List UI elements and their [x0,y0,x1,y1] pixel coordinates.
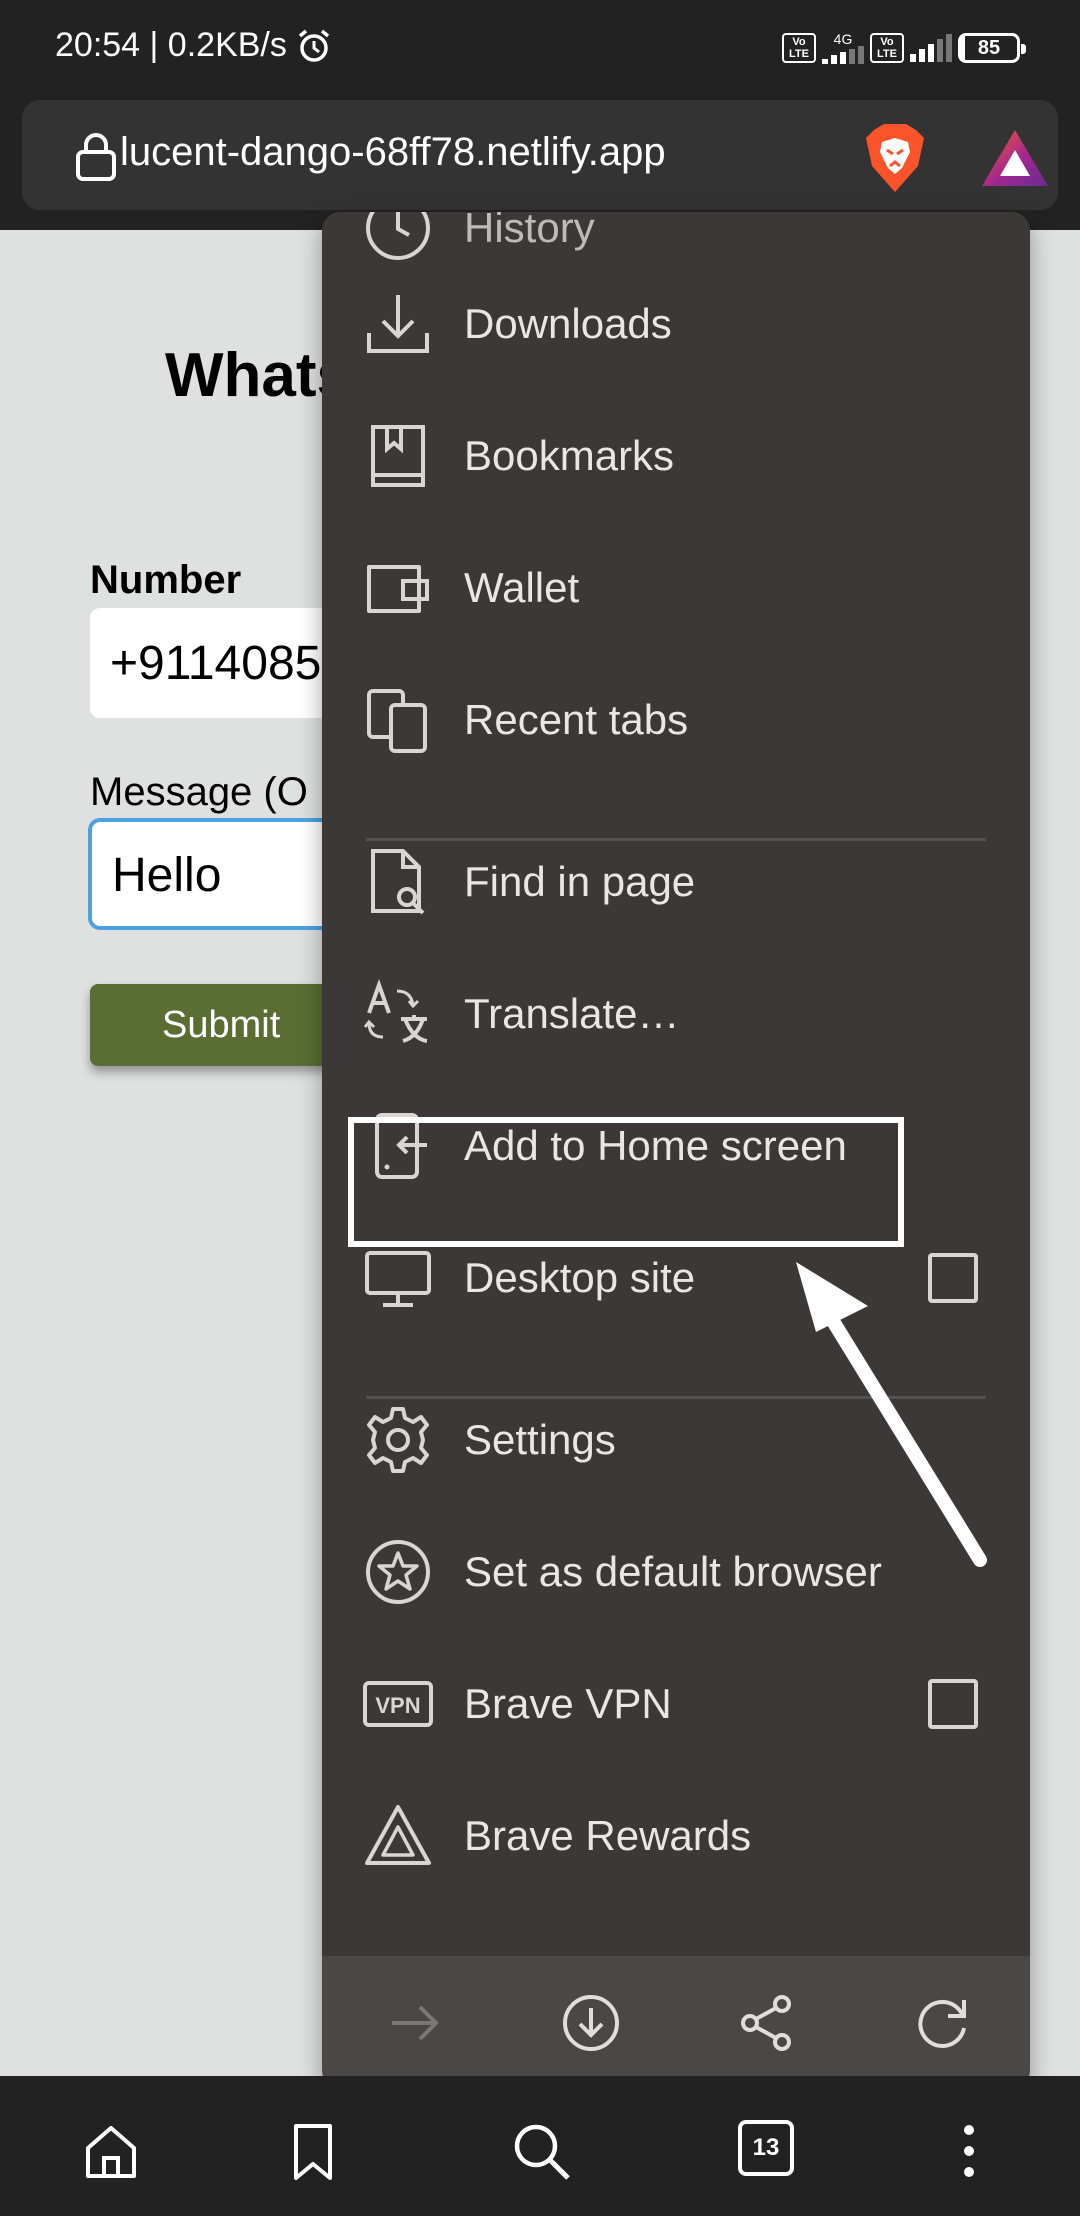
menu-label-desktop-site: Desktop site [464,1254,696,1301]
menu-item-find-in-page[interactable]: Find in page [322,816,1030,948]
brave-shields-icon[interactable] [862,122,928,194]
translate-icon [362,978,434,1050]
url-text[interactable]: lucent-dango-68ff78.netlify.app [120,130,666,175]
alarm-icon [298,29,329,62]
forward-icon[interactable] [380,1988,450,2058]
volte-badge-2: Vo LTE [870,33,904,63]
status-bar: 20:54 | 0.2KB/s Vo LTE 4G Vo LTE 85 [0,0,1080,96]
battery-level: 85 [977,36,1001,59]
address-bar[interactable]: lucent-dango-68ff78.netlify.app [22,100,1058,210]
status-indicators: Vo LTE 4G Vo LTE 85 [782,28,1026,68]
menu-item-brave-rewards[interactable]: Brave Rewards [322,1770,1030,1902]
star-circle-icon [362,1536,434,1608]
reload-icon[interactable] [908,1988,978,2058]
vpn-icon: VPN [362,1668,434,1740]
menu-label-bookmarks: Bookmarks [464,432,675,479]
browser-toolbar: lucent-dango-68ff78.netlify.app [0,96,1080,230]
bookmarks-icon [362,420,434,492]
volte-badge-1: Vo LTE [782,33,816,63]
menu-item-wallet[interactable]: Wallet [322,522,1030,654]
wallet-icon [362,552,434,624]
history-icon [362,212,434,264]
highlight-box [348,1117,904,1247]
menu-item-translate[interactable]: Translate… [322,948,1030,1080]
menu-label-translate: Translate… [464,990,680,1037]
menu-item-bookmarks[interactable]: Bookmarks [322,390,1030,522]
brave-vpn-checkbox[interactable] [928,1679,978,1729]
menu-item-recent-tabs[interactable]: Recent tabs [322,654,1030,786]
number-label: Number [90,558,242,602]
download-page-icon[interactable] [556,1988,626,2058]
menu-label-history: History [464,212,595,251]
brave-rewards-menu-icon [362,1800,434,1872]
lock-icon[interactable] [74,132,118,182]
find-in-page-icon [362,846,434,918]
bottom-nav-bar: 13 [0,2076,1080,2216]
annotation-arrow-icon [796,1262,987,1567]
menu-label-brave-vpn: Brave VPN [464,1680,672,1727]
menu-item-brave-vpn[interactable]: VPN Brave VPN [322,1638,1030,1770]
signal-1-icon [822,46,864,64]
menu-label-find-in-page: Find in page [464,858,696,905]
brave-rewards-icon[interactable] [980,128,1050,188]
menu-label-downloads: Downloads [464,300,672,347]
recent-tabs-icon [362,684,434,756]
status-time-text: 20:54 | 0.2KB/s [55,26,287,64]
gear-icon [362,1404,434,1476]
menu-label-wallet: Wallet [464,564,580,611]
message-label: Message (O [90,770,308,814]
menu-label-brave-rewards: Brave Rewards [464,1812,752,1859]
share-icon[interactable] [732,1988,802,2058]
more-icon[interactable] [934,2116,1004,2186]
network-type: 4G [822,32,864,64]
network-type-label: 4G [833,31,853,47]
menu-action-bar [322,1956,1030,2088]
battery-icon: 85 [958,33,1026,63]
menu-label-settings: Settings [464,1416,616,1463]
signal-2-icon [910,34,952,62]
svg-text:VPN: VPN [375,1693,420,1718]
search-icon[interactable] [506,2116,576,2186]
download-icon [362,288,434,360]
desktop-icon [362,1242,434,1314]
bookmark-icon[interactable] [278,2116,348,2186]
menu-label-recent-tabs: Recent tabs [464,696,689,743]
status-time-speed: 20:54 | 0.2KB/s [55,26,333,65]
menu-item-downloads[interactable]: Downloads [322,258,1030,390]
tabs-icon[interactable]: 13 [738,2120,794,2176]
home-icon[interactable] [76,2116,146,2186]
